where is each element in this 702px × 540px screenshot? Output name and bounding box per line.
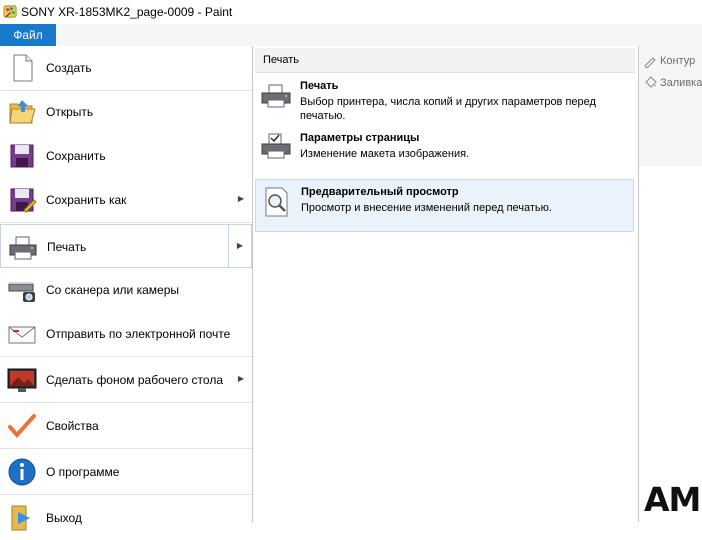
paint-app-icon [3,5,17,18]
menu-item-new[interactable]: Создать [0,46,252,91]
fill-label: Заливка [660,76,702,89]
submenu-item-description: Просмотр и внесение изменений перед печа… [301,202,552,214]
info-icon [8,458,36,486]
overlay-text: AM [644,480,701,519]
menu-item-label: Отправить по электронной почте [46,327,231,341]
submenu-item-title: Печать [300,80,339,92]
file-tab[interactable]: Файл [0,24,56,46]
save-disk-icon [10,144,34,168]
print-submenu-panel: Печать Печать Выбор принтера, числа копи… [253,46,638,522]
menu-item-label: Сохранить [46,149,106,163]
menu-item-from-scanner[interactable]: Со сканера или камеры [0,268,252,312]
submenu-item-print-preview[interactable]: Предварительный просмотр Просмотр и внес… [255,179,634,232]
new-document-icon [13,54,33,82]
file-menu-commands: Создать Открыть Сохранить Сохранить как … [0,46,252,531]
menu-item-label: Свойства [46,419,99,433]
submenu-item-description: Выбор принтера, числа копий и других пар… [300,96,596,122]
menu-item-exit[interactable]: Выход [0,496,252,540]
submenu-item-title: Предварительный просмотр [301,186,459,198]
menu-item-email[interactable]: Отправить по электронной почте [0,312,252,357]
printer-icon [261,84,291,108]
menu-item-label: Со сканера или камеры [46,283,179,297]
submenu-arrow-icon: ▶ [236,241,243,250]
desktop-background-icon [7,368,37,392]
menu-item-label: Сделать фоном рабочего стола [46,373,223,387]
menu-item-label: Сохранить как [46,193,127,207]
submenu-item-description: Изменение макета изображения. [300,148,470,160]
file-menu: Создать Открыть Сохранить Сохранить как … [0,46,639,531]
submenu-header-label: Печать [263,54,300,66]
menu-item-label: О программе [46,465,120,479]
checkmark-icon [8,414,36,439]
scanner-icon [8,282,35,302]
email-icon [8,326,36,344]
submenu-item-print[interactable]: Печать Выбор принтера, числа копий и дру… [255,78,634,126]
window-title: SONY XR-1853MK2_page-0009 - Paint [21,5,233,19]
fill-command[interactable]: Заливка [643,76,702,94]
print-preview-icon [265,187,288,217]
ribbon-tab-bar: Файл [0,24,702,47]
submenu-item-page-setup[interactable]: Параметры страницы Изменение макета изоб… [255,130,634,170]
outline-label: Контур [660,54,696,67]
menu-item-about[interactable]: О программе [0,450,252,495]
outline-command[interactable]: Контур [643,54,695,72]
submenu-arrow-icon: ▶ [237,374,244,383]
page-setup-icon [261,133,291,159]
submenu-header: Печать [255,48,635,73]
submenu-item-title: Параметры страницы [300,132,420,144]
open-folder-icon [9,100,36,124]
submenu-arrow-icon: ▶ [237,194,244,203]
menu-item-label: Создать [46,61,92,75]
menu-item-open[interactable]: Открыть [0,90,252,134]
menu-item-label: Выход [46,511,82,525]
save-as-icon [10,188,37,213]
menu-item-label: Печать [47,240,87,254]
menu-item-label: Открыть [46,105,94,119]
canvas-area [638,166,702,522]
exit-icon [11,505,30,531]
menu-item-print[interactable]: Печать ▶ [0,224,252,268]
title-bar: SONY XR-1853MK2_page-0009 - Paint [0,0,702,24]
menu-item-set-desktop-background[interactable]: Сделать фоном рабочего стола ▶ [0,358,252,403]
menu-item-save-as[interactable]: Сохранить как ▶ [0,178,252,223]
menu-item-properties[interactable]: Свойства [0,404,252,449]
outline-brush-icon [644,57,656,69]
fill-icon [645,76,657,88]
printer-icon [9,236,37,260]
menu-item-save[interactable]: Сохранить [0,134,252,178]
